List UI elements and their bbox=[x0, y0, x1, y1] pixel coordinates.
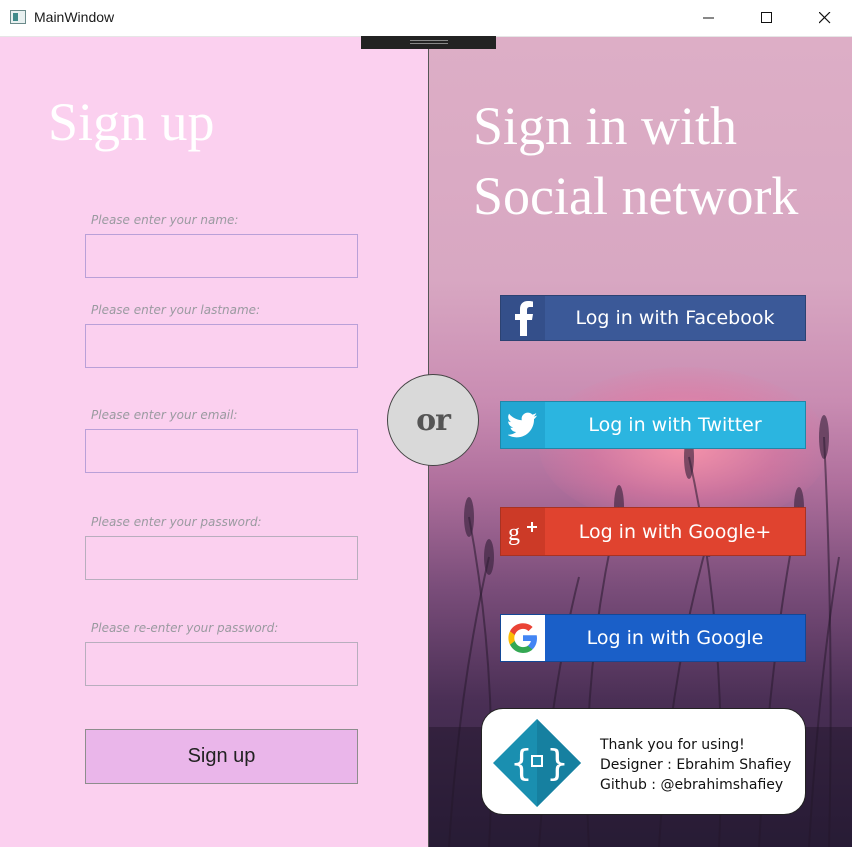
twitter-icon bbox=[501, 402, 545, 448]
code-diamond-logo: { } bbox=[493, 719, 581, 807]
splitter-handle[interactable] bbox=[361, 36, 496, 49]
password-field[interactable] bbox=[85, 536, 358, 580]
social-title: Sign in with Social network bbox=[473, 91, 798, 231]
lastname-field[interactable] bbox=[85, 324, 358, 368]
facebook-login-label: Log in with Facebook bbox=[575, 307, 775, 329]
credit-text: Thank you for using! Designer : Ebrahim … bbox=[600, 735, 791, 795]
maximize-icon bbox=[761, 12, 772, 23]
window-title: MainWindow bbox=[34, 9, 115, 25]
close-icon bbox=[819, 12, 831, 24]
credit-card: { } Thank you for using! Designer : Ebra… bbox=[481, 708, 806, 815]
confirm-password-field[interactable] bbox=[85, 642, 358, 686]
minimize-icon bbox=[703, 17, 714, 19]
social-panel: Sign in with Social network Log in with … bbox=[429, 37, 852, 847]
credit-github: Github : @ebrahimshafiey bbox=[600, 777, 784, 793]
signup-panel: Sign up Please enter your name: Please e… bbox=[0, 37, 429, 847]
close-button[interactable] bbox=[796, 0, 852, 36]
credit-thanks: Thank you for using! bbox=[600, 737, 745, 753]
app-icon bbox=[10, 10, 26, 24]
twitter-login-button[interactable]: Log in with Twitter bbox=[500, 401, 806, 449]
svg-text:}: } bbox=[546, 743, 569, 784]
social-title-line2: Social network bbox=[473, 166, 799, 226]
lastname-label: Please enter your lastname: bbox=[91, 303, 261, 317]
google-plus-login-label: Log in with Google+ bbox=[578, 520, 772, 543]
name-field[interactable] bbox=[85, 234, 358, 278]
facebook-login-button[interactable]: Log in with Facebook bbox=[500, 295, 806, 341]
confirm-password-label: Please re-enter your password: bbox=[91, 621, 279, 635]
svg-text:g: g bbox=[508, 520, 520, 546]
minimize-button[interactable] bbox=[680, 0, 738, 36]
credit-designer: Designer : Ebrahim Shafiey bbox=[600, 757, 792, 773]
title-bar: MainWindow bbox=[0, 0, 852, 37]
signup-title: Sign up bbox=[48, 92, 215, 152]
google-icon bbox=[501, 615, 545, 661]
maximize-button[interactable] bbox=[738, 0, 796, 36]
svg-text:{: { bbox=[510, 743, 533, 784]
twitter-login-label: Log in with Twitter bbox=[588, 414, 762, 436]
signup-button[interactable]: Sign up bbox=[85, 729, 358, 784]
google-login-label: Log in with Google bbox=[586, 627, 764, 649]
or-text: or bbox=[416, 402, 451, 438]
google-login-button[interactable]: Log in with Google bbox=[500, 614, 806, 662]
email-field[interactable] bbox=[85, 429, 358, 473]
social-title-line1: Sign in with bbox=[473, 96, 738, 156]
or-separator: or bbox=[387, 374, 479, 466]
email-label: Please enter your email: bbox=[91, 408, 238, 422]
name-label: Please enter your name: bbox=[91, 213, 239, 227]
password-label: Please enter your password: bbox=[91, 515, 262, 529]
google-plus-login-button[interactable]: g Log in with Google+ bbox=[500, 507, 806, 556]
facebook-icon bbox=[501, 296, 545, 340]
google-plus-icon: g bbox=[501, 508, 545, 555]
